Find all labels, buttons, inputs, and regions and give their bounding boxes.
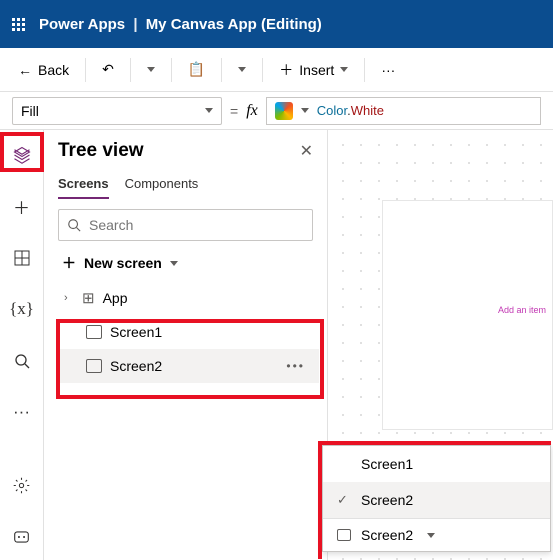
close-panel-button[interactable]: ✕ [300, 141, 313, 161]
paste-button[interactable]: 📋 [182, 57, 211, 82]
screen-switcher-popup: Screen1 ✓ Screen2 Screen2 [322, 445, 551, 552]
more-icon: ··· [381, 62, 395, 78]
chevron-down-icon [301, 108, 309, 113]
paste-split-button[interactable] [232, 63, 252, 76]
layers-icon [13, 146, 31, 164]
back-arrow-icon: ← [18, 62, 32, 78]
popup-item-screen2[interactable]: ✓ Screen2 [323, 482, 550, 518]
command-bar: ← Back ↶ 📋 ＋ Insert ··· [0, 48, 553, 92]
canvas-hint: Add an item [498, 305, 546, 315]
undo-button[interactable]: ↶ [96, 57, 120, 82]
app-header: Power Apps | My Canvas App (Editing) [0, 0, 553, 48]
check-icon: ✓ [337, 492, 351, 508]
chevron-down-icon [427, 533, 435, 538]
grid-icon [14, 250, 30, 266]
more-icon[interactable]: ••• [286, 359, 305, 373]
chevron-down-icon [170, 261, 178, 266]
chevron-right-icon: › [64, 292, 74, 304]
copilot-icon[interactable] [275, 102, 293, 120]
plus-icon: ＋ [279, 60, 293, 80]
tree-node-screen2[interactable]: Screen2 ••• [58, 349, 319, 383]
equals-sign: = [230, 103, 238, 119]
back-button[interactable]: ← Back [12, 58, 75, 82]
chevron-down-icon [147, 67, 155, 72]
tree-view-rail-button[interactable] [6, 140, 38, 170]
property-dropdown[interactable]: Fill [12, 97, 222, 125]
chevron-down-icon [340, 67, 348, 72]
popup-current-screen[interactable]: Screen2 [323, 519, 550, 551]
more-rail-button[interactable]: ··· [6, 398, 38, 428]
formula-input[interactable]: Color.White [266, 97, 541, 125]
tree: › ⊞ App Screen1 Screen2 ••• [58, 281, 319, 383]
screen-icon [86, 325, 102, 339]
panel-title: Tree view [58, 140, 144, 162]
variables-rail-button[interactable]: {x} [6, 295, 38, 325]
search-input[interactable] [89, 217, 304, 233]
artboard[interactable]: Add an item [382, 200, 553, 430]
popup-item-screen1[interactable]: Screen1 [323, 446, 550, 482]
undo-icon: ↶ [102, 61, 114, 78]
screen-icon [86, 359, 102, 373]
insert-button[interactable]: ＋ Insert [273, 56, 354, 84]
tab-screens[interactable]: Screens [58, 176, 109, 199]
search-icon [67, 218, 81, 232]
chevron-down-icon [205, 108, 213, 113]
overflow-button[interactable]: ··· [375, 58, 401, 82]
new-screen-button[interactable]: ＋ New screen [62, 253, 319, 273]
clipboard-icon: 📋 [188, 61, 205, 78]
undo-split-button[interactable] [141, 63, 161, 76]
formula-bar: Fill = fx Color.White [0, 92, 553, 130]
ask-rail-button[interactable] [6, 523, 38, 553]
tab-components[interactable]: Components [125, 176, 199, 199]
settings-rail-button[interactable] [6, 471, 38, 501]
tree-view-panel: Tree view ✕ Screens Components ＋ New scr… [44, 130, 328, 560]
screen-icon [337, 529, 351, 541]
gear-icon [13, 477, 30, 494]
app-icon: ⊞ [82, 289, 95, 307]
left-rail: ＋ {x} ··· [0, 130, 44, 560]
search-icon [14, 353, 30, 369]
fx-icon[interactable]: fx [246, 102, 258, 120]
tree-search[interactable] [58, 209, 313, 241]
bot-icon [13, 530, 30, 544]
tree-node-app[interactable]: › ⊞ App [58, 281, 319, 315]
chevron-down-icon [238, 67, 246, 72]
data-rail-button[interactable] [6, 243, 38, 273]
plus-icon: ＋ [62, 253, 76, 273]
tree-node-screen1[interactable]: Screen1 [58, 315, 319, 349]
header-title: Power Apps | My Canvas App (Editing) [39, 16, 322, 33]
waffle-icon[interactable] [12, 18, 25, 31]
search-rail-button[interactable] [6, 346, 38, 376]
insert-rail-button[interactable]: ＋ [6, 192, 38, 222]
